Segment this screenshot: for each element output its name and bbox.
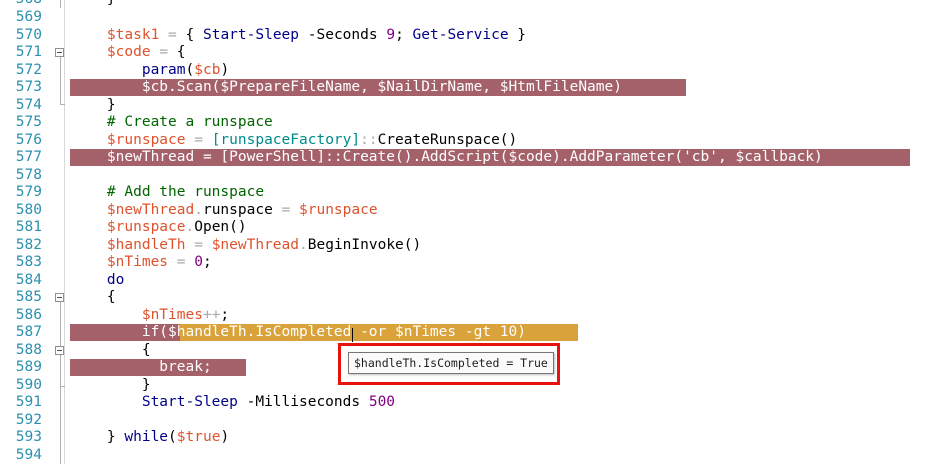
line-number: 573 <box>15 79 42 95</box>
line-number: 588 <box>15 342 42 358</box>
line-number: 569 <box>15 9 42 25</box>
code-line[interactable]: { <box>72 342 151 360</box>
line-number: 589 <box>15 359 42 375</box>
code-line[interactable]: Start-Sleep -Milliseconds 500 <box>72 394 395 412</box>
code-line[interactable]: $newThread.runspace = $runspace <box>72 202 378 220</box>
line-number: 575 <box>15 114 42 130</box>
line-number: 574 <box>15 97 42 113</box>
code-line[interactable]: $nTimes++; <box>72 307 229 325</box>
line-number: 576 <box>15 132 42 148</box>
code-line[interactable]: $code = { <box>72 44 186 62</box>
code-line-breakpoint[interactable]: $newThread = [PowerShell]::Create().AddS… <box>72 149 823 167</box>
code-line[interactable]: $runspace = [runspaceFactory]::CreateRun… <box>72 132 517 150</box>
code-line[interactable]: $runspace.Open() <box>72 219 247 237</box>
code-line[interactable]: $task1 = { Start-Sleep -Seconds 9; Get-S… <box>72 27 526 45</box>
line-number: 579 <box>15 184 42 200</box>
line-number: 586 <box>15 307 42 323</box>
line-number: 594 <box>15 447 42 463</box>
line-number: 578 <box>15 167 42 183</box>
line-number: 583 <box>15 254 42 270</box>
code-line[interactable]: $nTimes = 0; <box>72 254 212 272</box>
line-number: 585 <box>15 289 42 305</box>
line-number: 577 <box>15 149 42 165</box>
code-line[interactable]: } <box>72 377 151 395</box>
code-line[interactable]: } <box>72 97 116 115</box>
code-line-current-statement[interactable]: if($handleTh.IsCompleted -or $nTimes -gt… <box>72 324 526 342</box>
outline-guide <box>60 302 61 464</box>
line-number: 572 <box>15 62 42 78</box>
comment-line[interactable]: # Create a runspace <box>72 114 273 132</box>
line-number: 593 <box>15 429 42 445</box>
code-line-breakpoint[interactable]: $cb.Scan($PrepareFileName, $NailDirName,… <box>72 79 622 97</box>
code-line[interactable]: } while($true) <box>72 429 229 447</box>
line-number: 590 <box>15 377 42 393</box>
mouse-cursor <box>352 328 353 342</box>
outline-guide <box>60 0 61 8</box>
line-number: 568 <box>0 0 42 9</box>
collapse-icon[interactable] <box>55 48 64 57</box>
line-number: 581 <box>15 219 42 235</box>
outline-end <box>60 386 65 387</box>
code-line[interactable]: param($cb) <box>72 62 229 80</box>
outline-end <box>60 104 65 105</box>
variable-datatip[interactable]: $handleTh.IsCompleted = True <box>348 352 554 374</box>
line-number: 580 <box>15 202 42 218</box>
code-line[interactable]: { <box>72 289 116 307</box>
line-number: 584 <box>15 272 42 288</box>
code-line[interactable]: } <box>72 0 116 9</box>
line-number: 591 <box>15 394 42 410</box>
line-number: 592 <box>15 412 42 428</box>
comment-line[interactable]: # Add the runspace <box>72 184 264 202</box>
collapse-icon[interactable] <box>55 346 64 355</box>
line-number: 582 <box>15 237 42 253</box>
line-number: 571 <box>15 44 42 60</box>
line-number: 587 <box>15 324 42 340</box>
code-line-breakpoint[interactable]: break; <box>72 359 211 377</box>
collapse-icon[interactable] <box>55 293 64 302</box>
code-line[interactable]: do <box>72 272 124 290</box>
line-number: 570 <box>15 27 42 43</box>
code-line[interactable]: $handleTh = $newThread.BeginInvoke() <box>72 237 421 255</box>
gutter-divider <box>64 0 65 464</box>
